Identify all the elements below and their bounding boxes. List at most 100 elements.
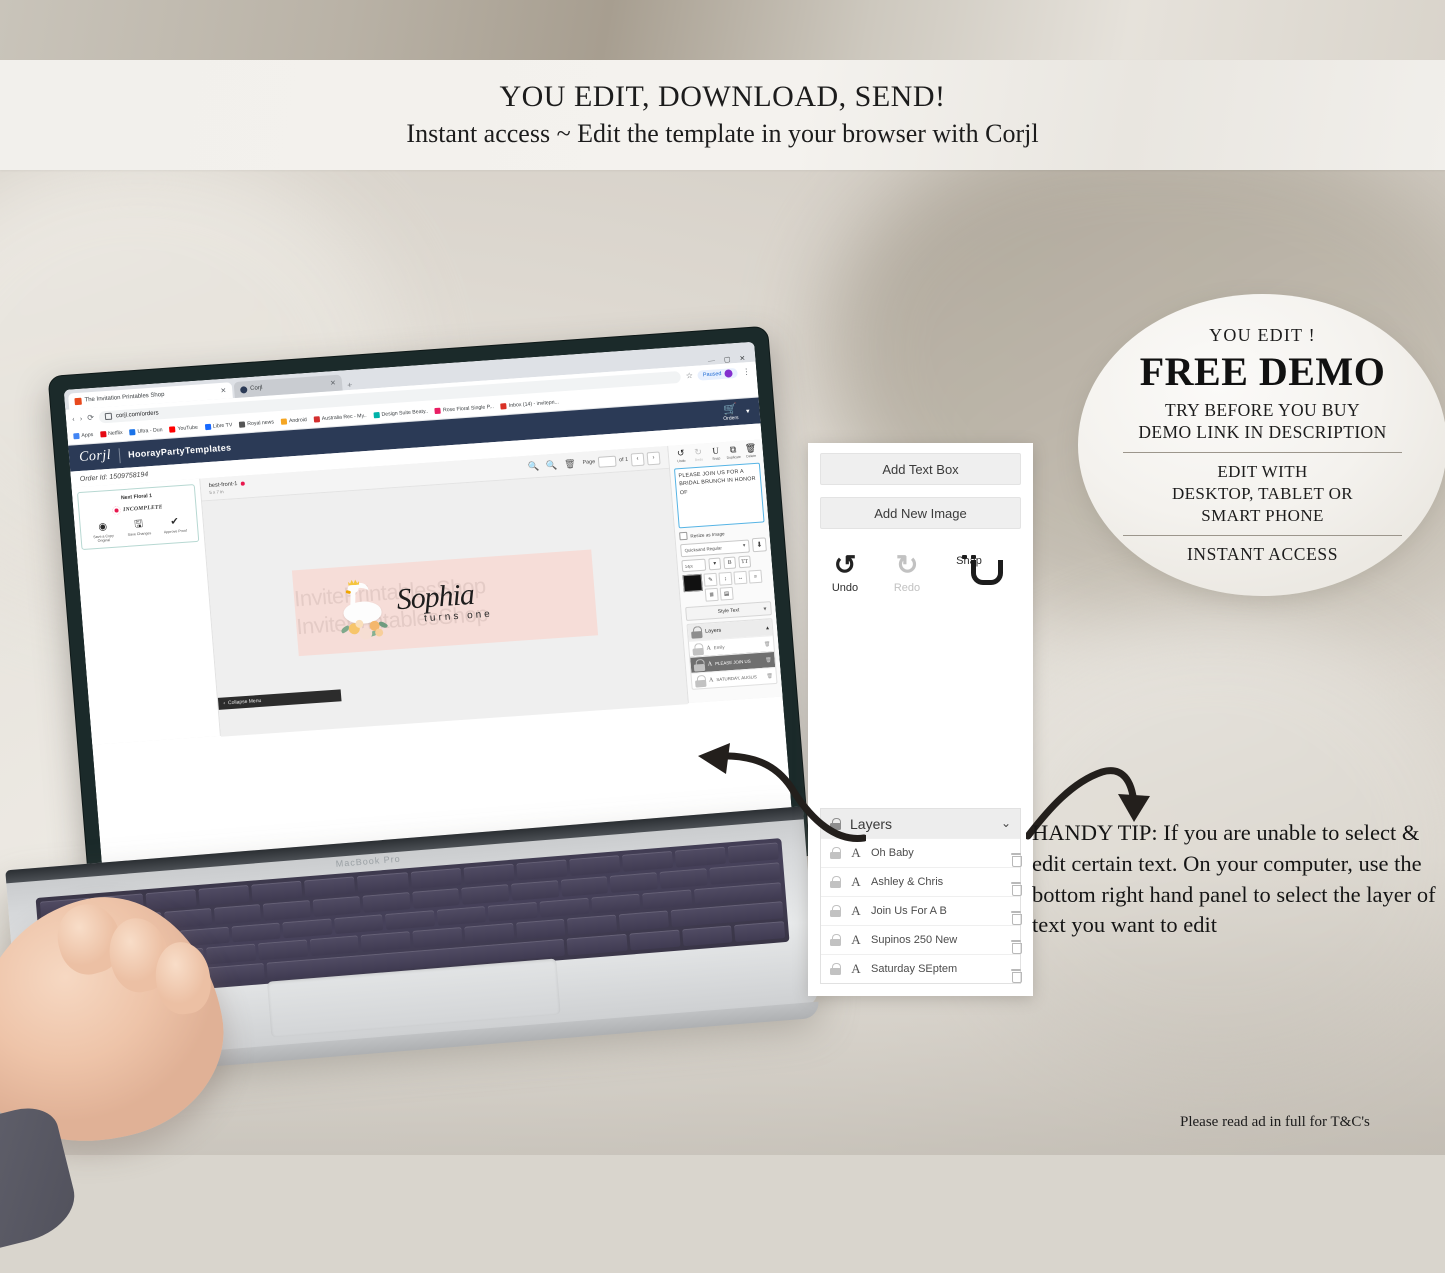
keyboard-key[interactable] (681, 925, 733, 947)
keyboard-key[interactable] (590, 893, 641, 914)
keyboard-key[interactable] (610, 871, 658, 893)
keyboard-key[interactable] (360, 931, 411, 953)
save-changes-button[interactable]: 🖫 Save Changes (123, 519, 155, 541)
keyboard-key[interactable] (263, 899, 311, 921)
next-page-button[interactable]: › (646, 451, 661, 465)
keyboard-key[interactable] (309, 935, 360, 957)
minimize-icon[interactable]: — (708, 356, 716, 364)
layer-row[interactable]: A Saturday SEptem (821, 954, 1022, 983)
font-family-select[interactable]: Quicksand Regular ▾ (680, 539, 750, 557)
keyboard-key[interactable] (464, 923, 515, 944)
lock-icon[interactable] (692, 642, 704, 656)
delete-icon[interactable]: 🗑 (765, 657, 772, 663)
prev-page-button[interactable]: ‹ (630, 452, 645, 467)
bookmark-item[interactable]: YouTube (169, 425, 198, 433)
italic-button[interactable]: TT (738, 555, 752, 569)
undo-button[interactable]: ↺ Undo (672, 448, 689, 464)
keyboard-key[interactable] (566, 933, 628, 956)
bookmark-item[interactable]: Inbox (14) - invitepri... (500, 399, 559, 410)
star-icon[interactable]: ☆ (685, 371, 693, 380)
font-upload-button[interactable]: ⬇ (751, 537, 767, 553)
order-card[interactable]: Next Floral 1 INCOMPLETE ◉ Save a Copy O… (76, 484, 200, 551)
keyboard-key[interactable] (488, 901, 538, 923)
bookmark-item[interactable]: Rose Floral Single P... (434, 404, 494, 415)
new-tab-icon[interactable]: + (347, 380, 353, 390)
keyboard-key[interactable] (410, 867, 462, 889)
add-new-image-button[interactable]: Add New Image (820, 497, 1021, 529)
keyboard-key[interactable] (539, 897, 590, 919)
bookmark-item[interactable]: Royal news (239, 419, 274, 428)
snap-button[interactable]: U Snap (707, 445, 724, 461)
layer-row[interactable]: A Supinos 250 New (821, 925, 1022, 954)
keyboard-key[interactable] (282, 918, 333, 939)
redo-button[interactable]: ↻ Redo (886, 549, 928, 595)
bookmark-item[interactable]: Australia Rec - My.. (313, 413, 367, 423)
chevron-down-icon[interactable]: ▾ (746, 407, 750, 415)
keyboard-key[interactable] (568, 855, 621, 876)
redo-button[interactable]: ↻ Redo (690, 447, 707, 462)
align-left-button[interactable]: ≡ (748, 569, 763, 584)
back-icon[interactable]: ‹ (72, 414, 75, 423)
maximize-icon[interactable]: ▢ (724, 355, 731, 363)
keyboard-key[interactable] (312, 895, 361, 917)
layer-order-button[interactable]: ▤ (719, 586, 734, 601)
chevron-up-icon[interactable]: ▴ (766, 624, 769, 631)
approve-proof-button[interactable]: ✔ Approve Proof (159, 516, 191, 538)
keyboard-key[interactable] (411, 887, 460, 909)
close-icon[interactable]: ✕ (220, 387, 226, 395)
text-editor-input[interactable]: PLEASE JOIN US FOR A BRIDAL BRUNCH IN HO… (673, 462, 765, 529)
menu-icon[interactable]: ⋮ (742, 367, 751, 377)
keyboard-key[interactable] (304, 876, 356, 898)
corjl-logo[interactable]: Corjl (79, 448, 112, 466)
bookmark-item[interactable]: Android (280, 417, 307, 425)
keyboard-key[interactable] (510, 879, 559, 901)
size-stepper-button[interactable]: ▾ (708, 557, 722, 571)
lock-icon[interactable] (693, 658, 706, 672)
keyboard-key[interactable] (463, 863, 515, 885)
lock-icon[interactable] (830, 905, 841, 917)
keyboard-key[interactable] (515, 859, 568, 881)
undo-button[interactable]: ↺ Undo (824, 549, 866, 595)
bookmark-item[interactable]: Ultra - Dun (129, 427, 163, 436)
orders-button[interactable]: 🛒 Orders (722, 403, 739, 422)
align-center-button[interactable]: ≣ (704, 587, 719, 602)
zoom-in-icon[interactable]: 🔍 (527, 460, 539, 472)
invitation-design[interactable]: InvitePrintablesShop InvitePrintablesSho… (291, 549, 599, 657)
forward-icon[interactable]: › (79, 414, 82, 423)
keyboard-key[interactable] (560, 875, 609, 897)
page-input[interactable] (597, 455, 617, 468)
keyboard-key[interactable] (618, 910, 669, 932)
keyboard-key[interactable] (734, 921, 786, 943)
delete-icon[interactable]: 🗑 (564, 458, 576, 470)
delete-icon[interactable]: 🗑 (766, 673, 773, 679)
letter-spacing-button[interactable]: ↔ (733, 570, 748, 585)
delete-button[interactable]: 🗑 Delete (742, 443, 759, 459)
reload-icon[interactable]: ⟳ (87, 413, 94, 422)
keyboard-key[interactable] (357, 872, 409, 893)
bookmark-item[interactable]: Netflix (99, 430, 123, 438)
keyboard-key[interactable] (333, 913, 384, 935)
color-swatch[interactable] (682, 573, 703, 593)
keyboard-key[interactable] (515, 919, 566, 940)
keyboard-key[interactable] (362, 891, 411, 913)
keyboard-key[interactable] (567, 914, 618, 936)
bookmark-item[interactable]: Libre TV (204, 422, 233, 431)
bookmark-item[interactable]: Design Suite Beaty.. (373, 409, 428, 419)
keyboard-key[interactable] (709, 862, 781, 885)
eyedropper-button[interactable]: ✎ (703, 572, 718, 587)
keyboard-key[interactable] (385, 909, 435, 931)
keyboard-key[interactable] (412, 927, 463, 949)
delete-icon[interactable]: 🗑 (764, 641, 771, 647)
close-icon[interactable]: ✕ (330, 379, 336, 387)
keyboard-key[interactable] (642, 889, 692, 910)
duplicate-button[interactable]: ⧉ Duplicate (725, 444, 742, 460)
keyboard-key[interactable] (436, 905, 487, 927)
layer-row[interactable]: A Ashley & Chris (821, 867, 1022, 896)
line-height-button[interactable]: ↕ (718, 571, 733, 586)
close-window-icon[interactable]: ✕ (739, 354, 746, 362)
keyboard-key[interactable] (461, 883, 510, 905)
lock-icon[interactable] (830, 963, 841, 975)
save-copy-button[interactable]: ◉ Save a Copy Original (87, 521, 119, 544)
lock-icon[interactable] (694, 674, 707, 688)
profile-pill[interactable]: Paused (697, 367, 738, 381)
